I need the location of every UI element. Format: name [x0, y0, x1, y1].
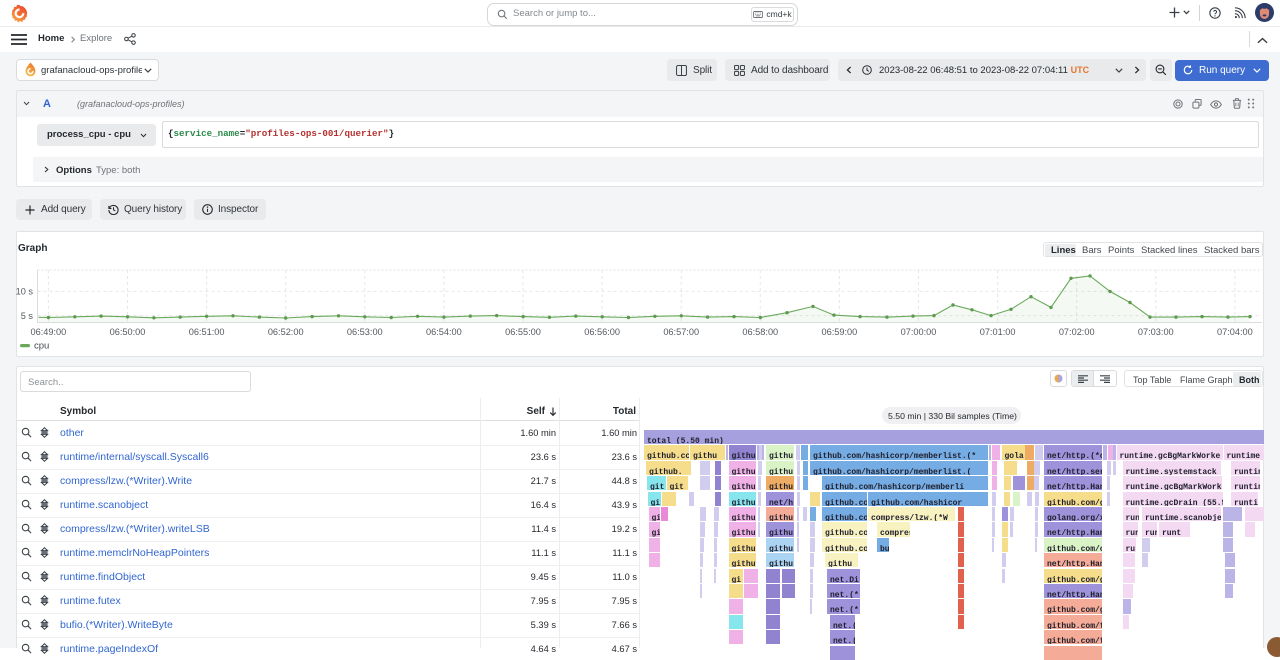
- svg-text:06:49:00: 06:49:00: [31, 327, 67, 337]
- svg-text:07:04:00: 07:04:00: [1217, 327, 1253, 337]
- svg-text:10 s: 10 s: [16, 287, 34, 297]
- svg-text:06:50:00: 06:50:00: [110, 327, 146, 337]
- svg-text:5 s: 5 s: [21, 311, 34, 321]
- svg-text:06:51:00: 06:51:00: [189, 327, 225, 337]
- svg-text:06:54:00: 06:54:00: [426, 327, 462, 337]
- svg-text:06:59:00: 06:59:00: [822, 327, 858, 337]
- svg-text:06:56:00: 06:56:00: [584, 327, 620, 337]
- svg-text:06:55:00: 06:55:00: [505, 327, 541, 337]
- svg-text:06:52:00: 06:52:00: [268, 327, 304, 337]
- svg-text:07:00:00: 07:00:00: [901, 327, 937, 337]
- svg-text:cpu: cpu: [34, 341, 49, 352]
- svg-text:06:58:00: 06:58:00: [742, 327, 778, 337]
- svg-text:07:01:00: 07:01:00: [980, 327, 1016, 337]
- svg-text:06:53:00: 06:53:00: [347, 327, 383, 337]
- svg-text:06:57:00: 06:57:00: [663, 327, 699, 337]
- svg-text:07:03:00: 07:03:00: [1138, 327, 1174, 337]
- svg-text:07:02:00: 07:02:00: [1059, 327, 1095, 337]
